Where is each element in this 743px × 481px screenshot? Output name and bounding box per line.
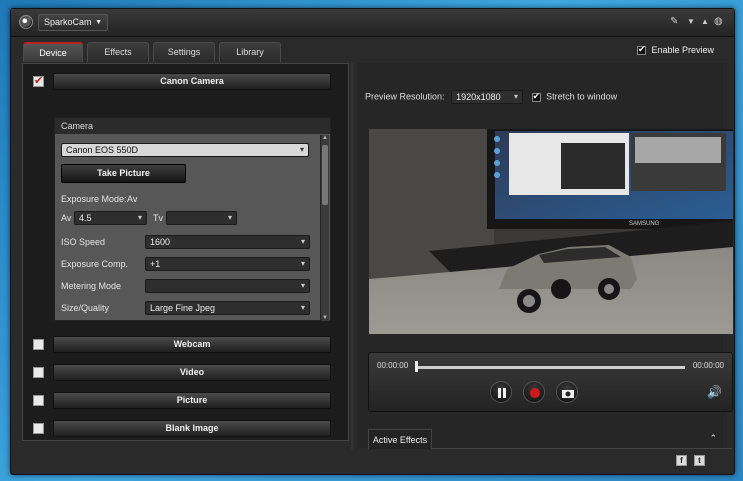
active-effects-label: Active Effects: [372, 435, 428, 445]
record-icon: [530, 388, 540, 398]
size-quality-select[interactable]: Large Fine Jpeg: [145, 301, 310, 315]
size-quality-label: Size/Quality: [61, 303, 110, 313]
preview-resolution-label: Preview Resolution:: [365, 91, 445, 102]
time-total: 00:00:00: [692, 361, 724, 370]
take-picture-label: Take Picture: [97, 168, 150, 178]
record-button[interactable]: [523, 381, 545, 403]
source-label: Picture: [176, 395, 208, 405]
facebook-icon[interactable]: f: [676, 455, 687, 466]
source-label: Webcam: [173, 339, 211, 349]
exposure-comp-select[interactable]: +1: [145, 257, 310, 271]
pin-icon[interactable]: ✎: [670, 16, 678, 27]
metering-mode-label: Metering Mode: [61, 281, 122, 291]
exposure-comp-label: Exposure Comp.: [61, 259, 129, 269]
tv-label: Tv: [153, 213, 163, 223]
snapshot-button[interactable]: [556, 381, 578, 403]
camera-model-select[interactable]: Canon EOS 550D: [61, 143, 309, 157]
source-label: Blank Image: [165, 423, 219, 433]
panel-divider[interactable]: [351, 63, 353, 449]
source-label: Canon Camera: [160, 76, 224, 86]
effects-divider: [432, 448, 732, 449]
source-label: Video: [179, 367, 205, 377]
exposure-mode-value: Av: [127, 194, 138, 204]
minimize-icon[interactable]: ▲: [701, 17, 709, 26]
size-quality-value: Large Fine Jpeg: [150, 303, 216, 313]
seek-handle[interactable]: [415, 361, 418, 372]
stretch-label[interactable]: Stretch to window: [546, 91, 617, 101]
tab-settings[interactable]: Settings: [153, 42, 215, 62]
dropdown-icon[interactable]: ▼: [687, 17, 695, 26]
enable-preview-toggle[interactable]: Enable Preview: [636, 44, 714, 56]
camera-section-title: Camera: [55, 118, 330, 134]
picture-source-button[interactable]: Picture: [53, 392, 331, 409]
enable-preview-checkbox[interactable]: [636, 44, 646, 56]
pause-button[interactable]: [490, 381, 512, 403]
iso-select[interactable]: 1600: [145, 235, 310, 249]
take-picture-button[interactable]: Take Picture: [61, 164, 186, 183]
seek-bar[interactable]: [417, 366, 685, 369]
preview-resolution-row: Preview Resolution: 1920x1080 Stretch to…: [365, 90, 617, 104]
exposure-mode-label: Exposure Mode:: [61, 194, 127, 204]
video-checkbox[interactable]: [33, 367, 44, 378]
camera-icon: [562, 390, 574, 398]
canon-camera-checkbox[interactable]: [33, 74, 44, 87]
app-name: SparkoCam: [44, 17, 92, 27]
iso-value: 1600: [150, 237, 171, 247]
tab-device[interactable]: Device: [23, 42, 83, 62]
preview-scene: SAMSUNG: [369, 129, 733, 334]
app-menu-button[interactable]: SparkoCam ▼: [38, 14, 108, 31]
iso-label: ISO Speed: [61, 237, 106, 247]
twitter-icon[interactable]: t: [694, 455, 705, 466]
preview-resolution-select[interactable]: 1920x1080: [451, 90, 524, 104]
main-window: SparkoCam ▼ ✎ ▼ ▲ ◍ Device Effects Setti…: [10, 8, 735, 475]
active-effects-tab[interactable]: Active Effects: [368, 429, 432, 449]
webcam-checkbox[interactable]: [33, 339, 44, 350]
media-player-bar: 00:00:00 00:00:00 🔊: [368, 352, 733, 412]
av-value: 4.5: [79, 213, 92, 223]
blank-image-checkbox[interactable]: [33, 423, 44, 434]
canon-camera-source-button[interactable]: Canon Camera: [53, 73, 331, 90]
tab-label: Device: [39, 48, 67, 58]
tab-label: Effects: [104, 47, 132, 57]
camera-model-value: Canon EOS 550D: [66, 145, 139, 155]
preview-panel: Preview Resolution: 1920x1080 Stretch to…: [357, 63, 733, 449]
pause-icon: [498, 388, 506, 398]
av-select[interactable]: 4.5: [74, 211, 147, 225]
scrollbar-thumb[interactable]: [322, 145, 328, 205]
camera-scrollbar[interactable]: ▲ ▼: [320, 135, 329, 321]
tv-select[interactable]: [166, 211, 237, 225]
tab-library[interactable]: Library: [219, 42, 281, 62]
tab-label: Library: [236, 47, 264, 57]
volume-icon[interactable]: 🔊: [707, 385, 722, 399]
metering-mode-select[interactable]: [145, 279, 310, 293]
monitor-brand: SAMSUNG: [629, 221, 660, 227]
tab-label: Settings: [167, 47, 201, 57]
scroll-up-icon[interactable]: ▲: [321, 135, 329, 141]
webcam-source-button[interactable]: Webcam: [53, 336, 331, 353]
stretch-checkbox[interactable]: [531, 91, 541, 102]
picture-checkbox[interactable]: [33, 395, 44, 406]
blank-image-source-button[interactable]: Blank Image: [53, 420, 331, 437]
av-label: Av: [61, 213, 72, 223]
camera-settings-box: Camera Canon EOS 550D Take Picture Expos…: [54, 117, 331, 321]
tab-effects[interactable]: Effects: [87, 42, 149, 62]
close-icon[interactable]: ◍: [714, 16, 723, 27]
device-panel: Canon Camera Camera Canon EOS 550D Take …: [22, 63, 349, 441]
video-source-button[interactable]: Video: [53, 364, 331, 381]
collapse-icon[interactable]: ⌃: [709, 433, 717, 444]
app-logo-icon: [19, 15, 33, 29]
preview-resolution-value: 1920x1080: [456, 92, 501, 102]
exposure-comp-value: +1: [150, 259, 161, 269]
time-current: 00:00:00: [377, 361, 409, 370]
camera-preview-image: SAMSUNG: [369, 129, 733, 334]
enable-preview-label: Enable Preview: [651, 45, 714, 55]
title-bar: SparkoCam ▼ ✎ ▼ ▲ ◍: [11, 9, 734, 37]
chevron-down-icon: ▼: [95, 19, 102, 26]
scroll-down-icon[interactable]: ▼: [321, 315, 329, 321]
